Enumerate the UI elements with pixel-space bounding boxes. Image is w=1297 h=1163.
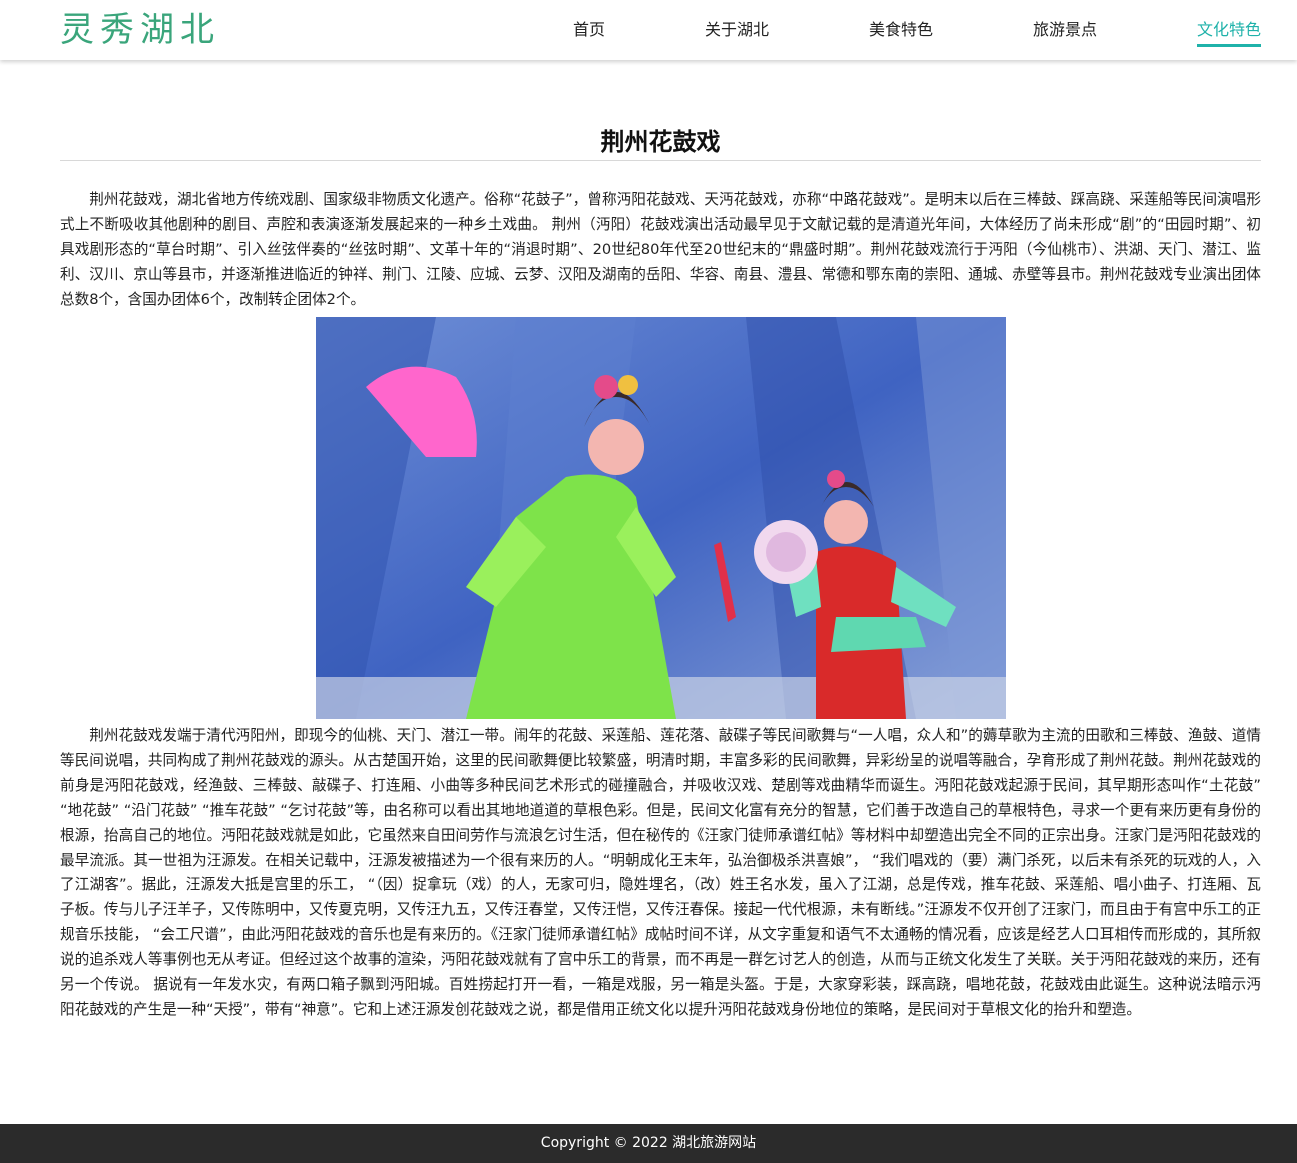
nav-item-about-hubei[interactable]: 关于湖北 xyxy=(705,19,769,41)
nav-active-underline xyxy=(1197,44,1261,47)
nav-item-scenic-spots[interactable]: 旅游景点 xyxy=(1033,19,1097,41)
nav-item-culture[interactable]: 文化特色 xyxy=(1197,19,1261,41)
opera-performance-photo xyxy=(316,317,1006,719)
article-title: 荆州花鼓戏 xyxy=(600,128,721,157)
title-divider xyxy=(60,160,1261,161)
site-footer: Copyright © 2022 湖北旅游网站 xyxy=(0,1124,1297,1163)
article-paragraph-2: 荆州花鼓戏发端于清代沔阳州，即现今的仙桃、天门、潜江一带。闹年的花鼓、采莲船、莲… xyxy=(60,727,1261,1018)
copyright-text: Copyright © 2022 湖北旅游网站 xyxy=(540,1135,757,1151)
article-paragraph-1: 荆州花鼓戏，湖北省地方传统戏剧、国家级非物质文化遗产。俗称“花鼓子”，曾称沔阳花… xyxy=(60,191,1261,308)
nav-item-home[interactable]: 首页 xyxy=(573,19,605,41)
nav-item-food[interactable]: 美食特色 xyxy=(869,19,933,41)
main-nav: 首页 关于湖北 美食特色 旅游景点 文化特色 xyxy=(0,0,1297,60)
site-header: 灵秀湖北 首页 关于湖北 美食特色 旅游景点 文化特色 xyxy=(0,0,1297,60)
